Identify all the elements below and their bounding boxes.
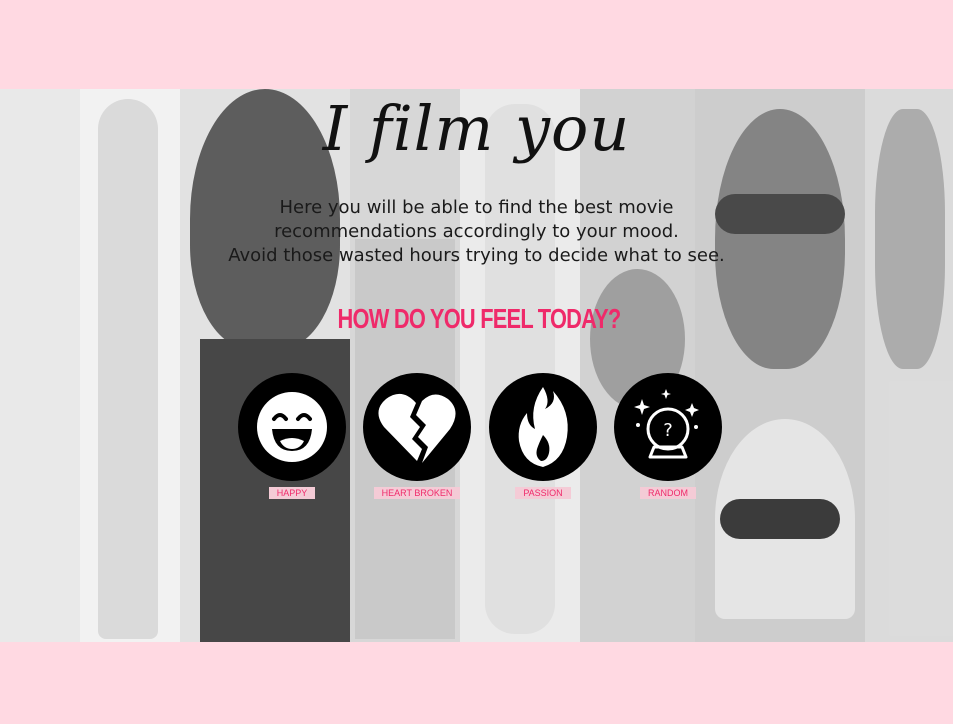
svg-text:?: ? (663, 420, 673, 441)
intro-line: Avoid those wasted hours trying to decid… (228, 245, 725, 266)
heart-broken-mood-circle[interactable] (363, 373, 471, 481)
mood-button-heart-broken[interactable]: HEART BROKEN (362, 373, 472, 500)
hero-collage (0, 89, 953, 642)
mood-button-passion[interactable]: PASSION (488, 373, 598, 500)
passion-mood-circle[interactable] (489, 373, 597, 481)
intro-text: Here you will be able to find the best m… (0, 196, 953, 268)
random-mood-circle[interactable]: ? (614, 373, 722, 481)
intro-line: recommendations accordingly to your mood… (274, 221, 679, 242)
mood-label-random[interactable]: RANDOM (640, 487, 696, 499)
mood-button-random[interactable]: ? RANDOM (613, 373, 723, 500)
app-logo: I film you (322, 92, 631, 165)
smile-icon (257, 392, 327, 462)
flame-icon (518, 387, 568, 467)
broken-heart-icon (378, 393, 456, 463)
intro-line: Here you will be able to find the best m… (279, 197, 674, 218)
happy-mood-circle[interactable] (238, 373, 346, 481)
mood-button-happy[interactable]: HAPPY (237, 373, 347, 500)
mood-question: HOW DO YOU FEEL TODAY? (337, 303, 622, 334)
mood-label-passion[interactable]: PASSION (515, 487, 571, 499)
crystal-ball-icon: ? (634, 389, 699, 459)
mood-label-happy[interactable]: HAPPY (268, 487, 316, 499)
mood-label-heart-broken[interactable]: HEART BROKEN (373, 487, 461, 499)
